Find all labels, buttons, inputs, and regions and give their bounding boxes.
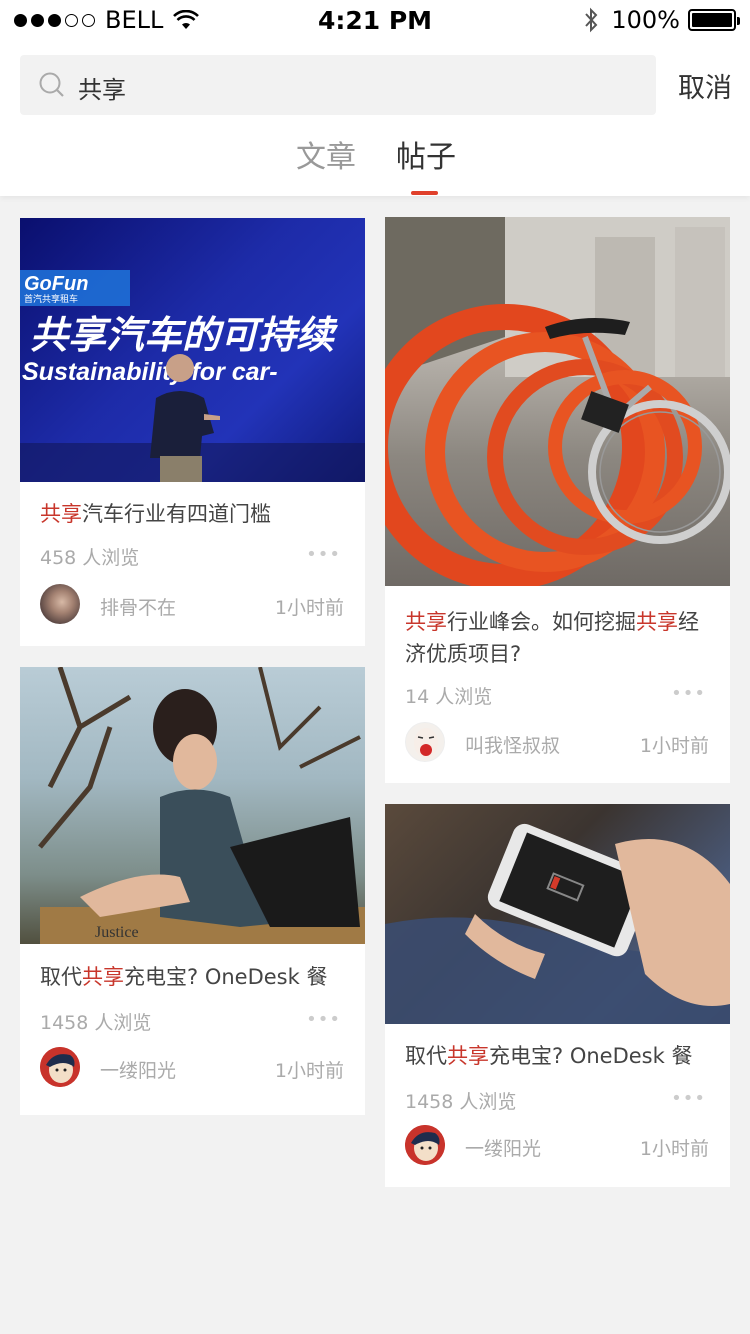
author-name[interactable]: 排骨不在: [100, 593, 176, 620]
avatar[interactable]: [40, 1047, 80, 1087]
view-count: 1458 人浏览: [40, 1012, 152, 1034]
more-options-icon[interactable]: •••: [306, 544, 341, 565]
tab-posts[interactable]: 帖子: [396, 132, 456, 176]
post-image: [385, 217, 730, 586]
post-image: Justice: [20, 667, 365, 944]
post-card[interactable]: GoFun 首汽共享租车 共享汽车的可持续 Sustainability for…: [20, 218, 365, 646]
image-headline-en: Sustainability for car-: [22, 358, 278, 386]
avatar[interactable]: [405, 1125, 445, 1165]
image-headline-cn: 共享汽车的可持续: [30, 313, 339, 357]
post-title[interactable]: 取代共享充电宝? OneDesk 餐: [40, 961, 349, 993]
author-name[interactable]: 一缕阳光: [100, 1056, 176, 1083]
search-icon: [39, 72, 64, 97]
top-header: BELL 4:21 PM 100% 共享 取消 文章 帖子: [0, 0, 750, 196]
battery-icon: [688, 9, 740, 31]
status-bar: BELL 4:21 PM 100%: [0, 0, 750, 40]
post-time: 1小时前: [639, 735, 709, 757]
post-title[interactable]: 共享汽车行业有四道门槛: [40, 498, 349, 530]
post-title[interactable]: 共享行业峰会。如何挖掘共享经济优质项目?: [405, 606, 714, 670]
tab-bar: 文章 帖子: [0, 132, 750, 196]
bluetooth-icon: [585, 7, 598, 33]
view-count: 14 人浏览: [405, 686, 493, 708]
more-options-icon[interactable]: •••: [306, 1009, 341, 1030]
post-card[interactable]: 共享行业峰会。如何挖掘共享经济优质项目? 14 人浏览 ••• 叫我怪叔叔 1小…: [385, 217, 730, 783]
search-input[interactable]: 共享: [78, 70, 126, 105]
post-card[interactable]: Justice 取代共享充电宝? OneDesk 餐 1458 人浏览 ••• …: [20, 667, 365, 1115]
post-card[interactable]: 取代共享充电宝? OneDesk 餐 1458 人浏览 ••• 一缕阳光 1小时…: [385, 804, 730, 1187]
author-name[interactable]: 叫我怪叔叔: [465, 731, 560, 758]
woman-figure: [80, 689, 360, 927]
post-time: 1小时前: [274, 597, 344, 619]
active-tab-indicator: [411, 191, 438, 195]
justice-sign-text: Justice: [95, 924, 139, 941]
cancel-button[interactable]: 取消: [678, 66, 732, 105]
search-bar[interactable]: 共享: [20, 55, 656, 115]
more-options-icon[interactable]: •••: [671, 683, 706, 704]
tab-articles[interactable]: 文章: [296, 132, 356, 176]
post-image: [385, 804, 730, 1024]
view-count: 1458 人浏览: [405, 1091, 517, 1113]
author-name[interactable]: 一缕阳光: [465, 1134, 541, 1161]
battery-percent: 100%: [611, 6, 680, 34]
status-right: 100%: [583, 6, 740, 34]
post-title[interactable]: 取代共享充电宝? OneDesk 餐: [405, 1040, 714, 1072]
gofun-logo-subtext: 首汽共享租车: [24, 293, 78, 305]
avatar[interactable]: [40, 584, 80, 624]
more-options-icon[interactable]: •••: [671, 1088, 706, 1109]
avatar[interactable]: [405, 722, 445, 762]
post-image: GoFun 首汽共享租车 共享汽车的可持续 Sustainability for…: [20, 218, 365, 482]
gofun-logo-text: GoFun: [24, 273, 88, 295]
view-count: 458 人浏览: [40, 547, 140, 569]
post-time: 1小时前: [274, 1060, 344, 1082]
post-time: 1小时前: [639, 1138, 709, 1160]
